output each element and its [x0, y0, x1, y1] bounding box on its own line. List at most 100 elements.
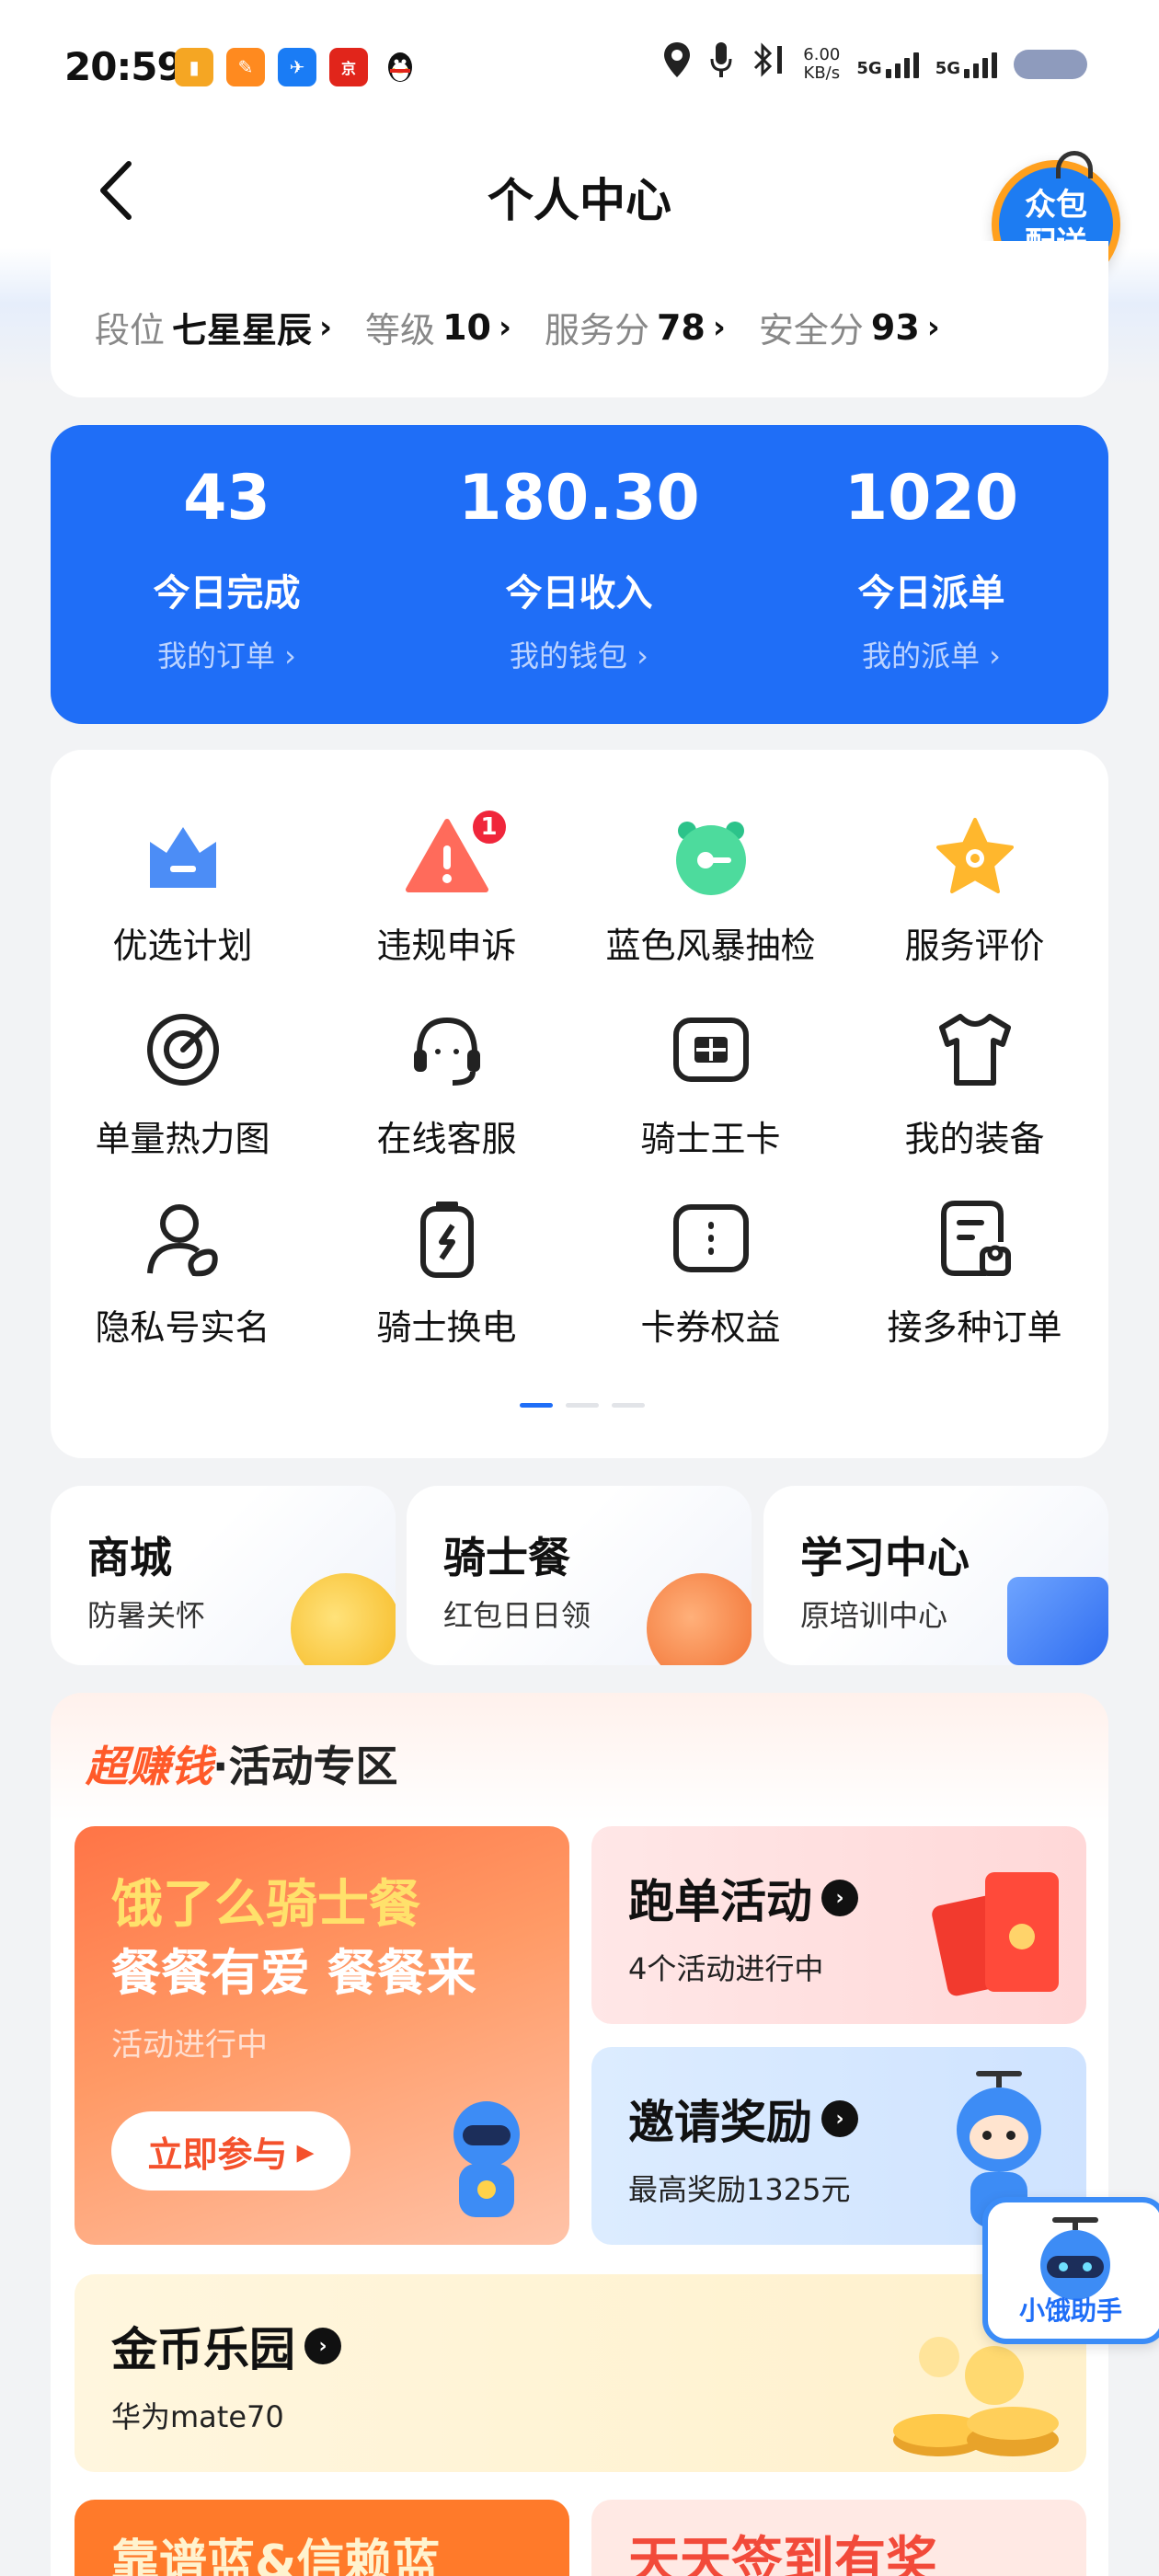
status-right-cluster: 6.00 KB/s 5G 5G: [661, 40, 1087, 87]
promo-coin-park[interactable]: 金币乐园 › 华为mate70: [75, 2274, 1086, 2472]
activity-zone: 超赚钱·活动专区 饿了么骑士餐 餐餐有爱 餐餐来 活动进行中 立即参与 ▸ 跑单…: [51, 1693, 1108, 2576]
service-label: 接多种订单: [887, 1307, 1062, 1348]
rank-card: 段位 七星星辰 › 等级 10 › 服务分 78 › 安全分 93 ›: [51, 241, 1108, 397]
rank-value: 七星星辰: [172, 310, 313, 351]
star-icon: [933, 814, 1017, 899]
service-battery-swap[interactable]: 骑士换电: [315, 1196, 579, 1350]
tile-knight-meal[interactable]: 骑士餐 红包日日领: [407, 1486, 752, 1665]
nav-bar: 个人中心 众包 配送: [0, 138, 1159, 289]
service-label: 优选计划: [112, 926, 253, 966]
service-my-equipment[interactable]: 我的装备: [843, 1007, 1107, 1161]
notification-badge: 1: [468, 807, 510, 847]
chevron-right-icon: ›: [712, 308, 726, 346]
network-speed-value: 6.00: [803, 44, 841, 64]
service-preferred-plan[interactable]: 优选计划: [51, 814, 315, 968]
rank-label: 安全分: [758, 310, 864, 351]
service-label: 服务评价: [904, 926, 1045, 966]
service-label: 我的装备: [904, 1119, 1045, 1159]
service-rating[interactable]: 服务评价: [843, 814, 1107, 968]
rank-label: 等级: [365, 310, 436, 351]
today-stats-card: 43 今日完成 我的订单 › 180.30 今日收入 我的钱包 › 1020 今…: [51, 425, 1108, 724]
signal-bars-icon: [964, 51, 997, 78]
promo-subtitle: 最高奖励1325元: [628, 2172, 851, 2207]
stat-link[interactable]: 我的钱包 ›: [403, 633, 755, 675]
qq-app-icon: [381, 48, 419, 86]
chevron-right-icon: ›: [498, 308, 511, 346]
service-knight-card[interactable]: 骑士王卡: [579, 1007, 843, 1161]
tile-title: 商城: [87, 1533, 172, 1582]
tile-learning-center[interactable]: 学习中心 原培训中心: [763, 1486, 1108, 1665]
stat-completed[interactable]: 43 今日完成 我的订单 ›: [51, 462, 403, 675]
rank-item-level[interactable]: 等级 10 ›: [365, 302, 511, 352]
wallet-app-icon: ▮: [175, 48, 213, 86]
location-icon: [661, 40, 693, 87]
service-order-heatmap[interactable]: 单量热力图: [51, 1007, 315, 1161]
rider-mascot-illustration: [422, 2088, 551, 2226]
jd-express-app-icon: 京: [329, 48, 368, 86]
stat-income[interactable]: 180.30 今日收入 我的钱包 ›: [403, 462, 755, 675]
warning-icon: 1: [405, 807, 510, 899]
rank-item-service-score[interactable]: 服务分 78 ›: [545, 302, 726, 352]
user-privacy-icon: [141, 1196, 225, 1281]
service-label: 蓝色风暴抽检: [605, 926, 816, 966]
flight-app-icon: ✈: [278, 48, 316, 86]
promo-run-orders[interactable]: 跑单活动 › 4个活动进行中: [591, 1826, 1086, 2024]
play-triangle-icon: ▸: [296, 2131, 315, 2171]
service-blue-storm-check[interactable]: 蓝色风暴抽检: [579, 814, 843, 968]
sim2-label: 5G: [935, 58, 960, 78]
promo-trusted-blue[interactable]: 靠谱蓝&信赖蓝: [75, 2500, 569, 2576]
crowd-badge-line1: 众包: [1025, 187, 1087, 224]
stat-link[interactable]: 我的订单 ›: [51, 633, 403, 675]
promo-title: 邀请奖励 ›: [628, 2086, 858, 2152]
assistant-mascot-icon: [1040, 2217, 1110, 2300]
alarm-clock-icon: [669, 814, 753, 899]
promo-title-text: 金币乐园: [111, 2323, 295, 2376]
sim1-label: 5G: [856, 58, 882, 78]
rank-label: 服务分: [544, 310, 649, 351]
promo-subtitle: 华为mate70: [111, 2399, 284, 2434]
tshirt-icon: [933, 1007, 1017, 1092]
bluetooth-icon: [750, 40, 786, 87]
tile-title: 学习中心: [800, 1533, 970, 1582]
tile-title: 骑士餐: [443, 1533, 570, 1582]
promo-title: 跑单活动 ›: [628, 1865, 858, 1931]
promo-title: 天天签到有奖: [628, 2532, 937, 2576]
status-time: 20:59: [64, 44, 184, 89]
rank-row: 段位 七星星辰 › 等级 10 › 服务分 78 › 安全分 93 ›: [95, 302, 940, 352]
promo-knight-meal[interactable]: 饿了么骑士餐 餐餐有爱 餐餐来 活动进行中 立即参与 ▸: [75, 1826, 569, 2245]
stat-link[interactable]: 我的派单 ›: [755, 633, 1107, 675]
assistant-floating-button[interactable]: 小饿助手: [982, 2197, 1159, 2344]
promo-daily-checkin[interactable]: 天天签到有奖: [591, 2500, 1086, 2576]
promo-title-text: 邀请奖励: [628, 2096, 812, 2149]
service-label: 单量热力图: [95, 1119, 270, 1159]
signal-bars-icon: [885, 51, 919, 78]
service-label: 卡券权益: [640, 1307, 781, 1348]
stat-label: 今日派单: [857, 572, 1005, 615]
service-online-support[interactable]: 在线客服: [315, 1007, 579, 1161]
signal-sim1: 5G: [856, 51, 919, 78]
rank-item-safety-score[interactable]: 安全分 93 ›: [759, 302, 940, 352]
tile-subtitle: 原培训中心: [800, 1598, 948, 1633]
service-privacy-number[interactable]: 隐私号实名: [51, 1196, 315, 1350]
service-coupons[interactable]: 卡券权益: [579, 1196, 843, 1350]
sim-card-icon: [669, 1007, 753, 1092]
stat-dispatched[interactable]: 1020 今日派单 我的派单 ›: [755, 462, 1107, 675]
notification-app-icons: ▮ ✎ ✈ 京: [175, 48, 419, 86]
service-label: 骑士换电: [376, 1307, 517, 1348]
tile-mall[interactable]: 商城 防暑关怀: [51, 1486, 396, 1665]
service-violation-appeal[interactable]: 1 违规申诉: [315, 807, 579, 968]
chevron-right-icon: ›: [926, 308, 940, 346]
crown-icon: [141, 814, 225, 899]
service-label: 骑士王卡: [640, 1119, 781, 1159]
arrow-right-circle-icon: ›: [821, 1880, 858, 1916]
promo-status: 活动进行中: [111, 2027, 268, 2064]
signal-sim2: 5G: [935, 51, 997, 78]
book-icon: [1007, 1577, 1108, 1665]
service-multi-orders[interactable]: 接多种订单: [843, 1196, 1107, 1350]
arrow-right-circle-icon: ›: [821, 2100, 858, 2137]
rank-item-tier[interactable]: 段位 七星星辰 ›: [95, 302, 332, 352]
order-doc-icon: [933, 1196, 1017, 1281]
gold-coin-icon: [291, 1573, 396, 1665]
service-label: 隐私号实名: [95, 1307, 270, 1348]
join-now-button[interactable]: 立即参与 ▸: [111, 2111, 350, 2191]
